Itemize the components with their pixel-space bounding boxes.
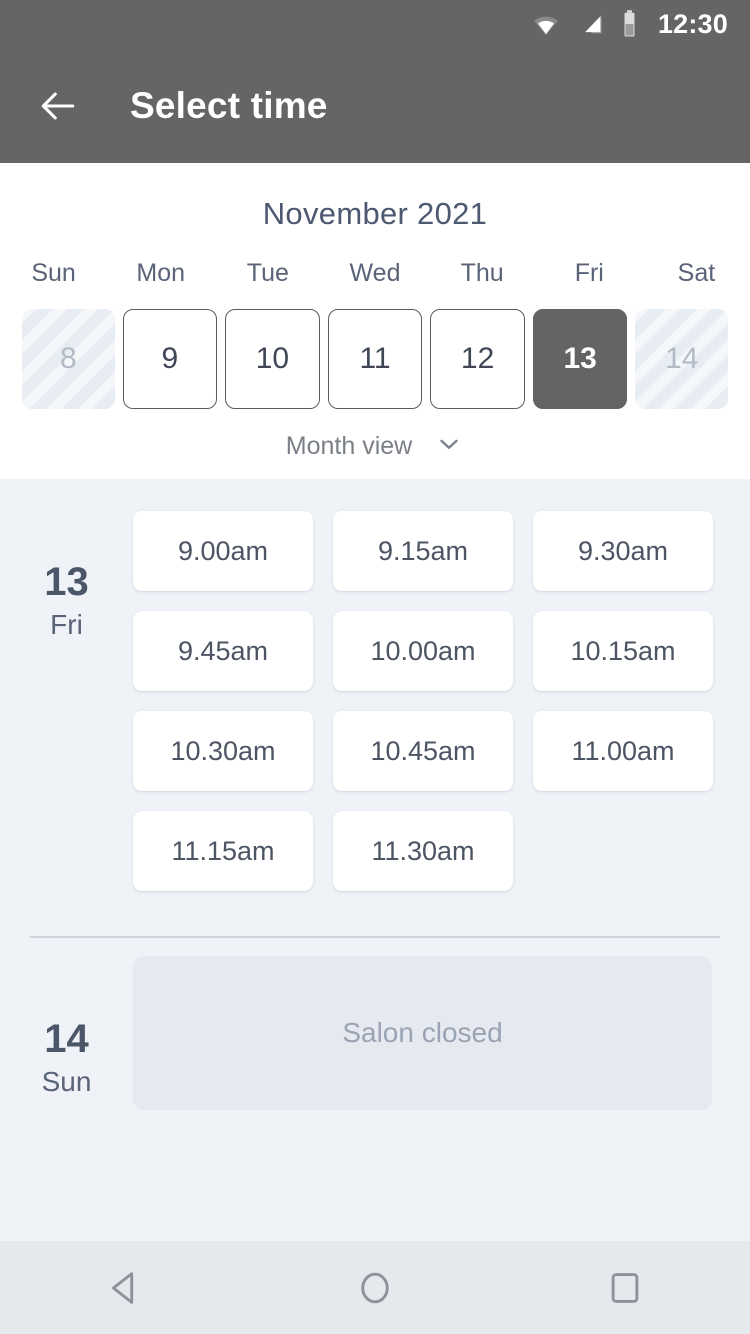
battery-icon bbox=[621, 9, 638, 39]
nav-recents-button[interactable] bbox=[570, 1241, 680, 1334]
time-slot[interactable]: 9.30am bbox=[533, 511, 713, 591]
circle-home-icon bbox=[361, 1272, 389, 1303]
day-cell-14: 14 bbox=[635, 309, 729, 409]
time-slot-grid: 9.00am 9.15am 9.30am 9.45am 10.00am 10.1… bbox=[133, 511, 750, 891]
schedule-day-13: 13 Fri 9.00am 9.15am 9.30am 9.45am 10.00… bbox=[0, 479, 750, 891]
day-cell-9[interactable]: 9 bbox=[122, 309, 218, 409]
time-slot[interactable]: 9.00am bbox=[133, 511, 313, 591]
day-number: 13 bbox=[44, 560, 89, 604]
salon-closed-card: Salon closed bbox=[133, 956, 712, 1110]
time-slot[interactable]: 11.00am bbox=[533, 711, 713, 791]
triangle-back-icon bbox=[112, 1271, 134, 1304]
page-title: Select time bbox=[130, 84, 328, 126]
back-button[interactable] bbox=[30, 78, 86, 134]
chevron-down-icon bbox=[434, 429, 464, 464]
day-cell-8: 8 bbox=[22, 309, 115, 409]
time-slot[interactable]: 9.45am bbox=[133, 611, 313, 691]
weekday-header-thu: Thu bbox=[460, 259, 504, 287]
day-weekday: Sun bbox=[41, 1066, 92, 1097]
nav-back-button[interactable] bbox=[70, 1241, 180, 1334]
weekday-header-row: Sun Mon Tue Wed Thu Fri Sat bbox=[0, 259, 750, 288]
day-weekday: Fri bbox=[50, 609, 83, 640]
calendar-week-panel: November 2021 Sun Mon Tue Wed Thu Fri Sa… bbox=[0, 163, 750, 479]
square-recents-icon bbox=[611, 1272, 639, 1303]
status-bar-clock: 12:30 bbox=[657, 8, 728, 39]
time-slot[interactable]: 10.15am bbox=[533, 611, 713, 691]
weekday-header-mon: Mon bbox=[136, 259, 186, 287]
day-cell-11[interactable]: 11 bbox=[327, 309, 423, 409]
phone-screen: 12:30 Select time November 2021 Sun Mon … bbox=[0, 0, 750, 1334]
app-bar: Select time bbox=[0, 48, 750, 163]
schedule-list: 13 Fri 9.00am 9.15am 9.30am 9.45am 10.00… bbox=[0, 479, 750, 1241]
android-nav-bar bbox=[0, 1241, 750, 1334]
time-slot[interactable]: 10.45am bbox=[333, 711, 513, 791]
day-cell-10[interactable]: 10 bbox=[225, 309, 320, 409]
weekday-header-sun: Sun bbox=[31, 259, 76, 287]
time-slot[interactable]: 11.15am bbox=[133, 811, 313, 891]
time-slot[interactable]: 10.00am bbox=[333, 611, 513, 691]
month-view-toggle[interactable]: Month view bbox=[0, 429, 750, 464]
day-label-13: 13 Fri bbox=[0, 511, 133, 891]
nav-home-button[interactable] bbox=[320, 1241, 430, 1334]
wifi-icon bbox=[531, 9, 561, 39]
arrow-left-icon bbox=[41, 92, 75, 119]
weekday-header-sat: Sat bbox=[677, 259, 716, 287]
status-bar: 12:30 bbox=[0, 0, 750, 48]
time-slot[interactable]: 10.30am bbox=[133, 711, 313, 791]
month-year-label: November 2021 bbox=[262, 196, 488, 231]
time-slot[interactable]: 9.15am bbox=[333, 511, 513, 591]
day-cell-12[interactable]: 12 bbox=[430, 309, 525, 409]
weekday-header-tue: Tue bbox=[246, 259, 289, 287]
schedule-day-14: 14 Sun Salon closed bbox=[0, 938, 750, 1110]
weekday-header-fri: Fri bbox=[574, 259, 604, 287]
day-number: 14 bbox=[44, 1017, 89, 1061]
month-view-label: Month view bbox=[285, 432, 413, 460]
time-slot[interactable]: 11.30am bbox=[333, 811, 513, 891]
day-cell-13[interactable]: 13 bbox=[532, 309, 628, 409]
weekday-header-wed: Wed bbox=[349, 259, 401, 287]
day-cells-row: 8 9 10 11 12 13 14 bbox=[0, 309, 750, 409]
cellular-signal-icon bbox=[577, 10, 605, 38]
day-label-14: 14 Sun bbox=[0, 956, 133, 1110]
